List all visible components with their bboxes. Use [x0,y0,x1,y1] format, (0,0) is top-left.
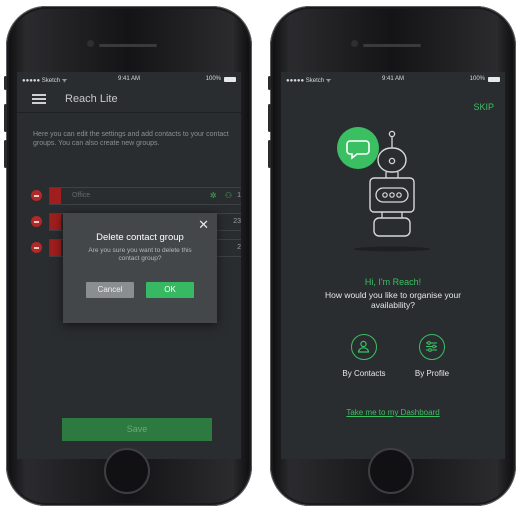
group-count: 2 [237,244,241,251]
battery-icon [488,77,500,82]
group-color-swatch[interactable] [50,188,61,204]
by-profile-label[interactable]: By Profile [397,369,467,378]
mute-switch [4,76,7,90]
sliders-icon [426,341,437,352]
group-count: 1 [237,192,241,199]
app-bar: Reach Lite [17,86,241,113]
volume-up-button [4,104,7,132]
dialog-message: Are you sure you want to delete this con… [88,247,192,262]
right-phone: ●●●●● Sketch ᯤ 9:41 AM 100% SKIP Hi, I'm… [268,6,516,506]
delete-group-icon[interactable] [31,216,42,227]
by-profile-button[interactable] [419,334,445,360]
battery-icon [224,77,236,82]
group-row: Office ✲ ⚇ 1 [31,187,241,205]
delete-group-icon[interactable] [31,242,42,253]
settings-icon[interactable]: ✲ [210,191,217,200]
group-name: Office [72,192,91,199]
cancel-button[interactable]: Cancel [86,282,134,298]
delete-group-icon[interactable] [31,190,42,201]
group-actions: ✲ ⚇ [210,191,232,200]
dashboard-link[interactable]: Take me to my Dashboard [281,408,505,417]
right-screen: ●●●●● Sketch ᯤ 9:41 AM 100% SKIP Hi, I'm… [281,72,505,459]
mute-switch [268,76,271,90]
earpiece-speaker [363,44,421,47]
volume-down-button [4,140,7,168]
left-phone: ●●●●● Sketch ᯤ 9:41 AM 100% Reach Lite H… [4,6,252,506]
battery-percent: 100% [469,76,485,82]
save-button[interactable]: Save [62,418,212,441]
dialog-title: Delete contact group [96,232,184,243]
close-icon[interactable]: ✕ [198,217,209,233]
intro-text: Here you can edit the settings and add c… [33,131,229,147]
status-bar: ●●●●● Sketch ᯤ 9:41 AM 100% [17,72,241,86]
delete-group-dialog: ✕ Delete contact group Are you sure you … [63,213,217,323]
by-contacts-button[interactable] [351,334,377,360]
chat-bubble-icon [337,127,379,169]
home-button [368,448,414,494]
battery-percent: 100% [205,76,221,82]
status-bar: ●●●●● Sketch ᯤ 9:41 AM 100% [281,72,505,86]
robot-illustration [337,127,430,252]
earpiece-speaker [99,44,157,47]
group-count: 23 [233,218,241,225]
ok-button[interactable]: OK [146,282,194,298]
app-title: Reach Lite [65,93,118,105]
home-button [104,448,150,494]
left-screen: ●●●●● Sketch ᯤ 9:41 AM 100% Reach Lite H… [17,72,241,459]
greeting: Hi, I'm Reach! [364,277,422,287]
front-camera [351,40,358,47]
organise-question: How would you like to organise your avai… [324,290,462,310]
volume-down-button [268,140,271,168]
person-icon [357,340,370,353]
skip-button[interactable]: SKIP [473,102,494,112]
group-color-swatch[interactable] [50,240,61,256]
menu-icon[interactable] [32,94,46,104]
volume-up-button [268,104,271,132]
group-field[interactable]: Office ✲ ⚇ 1 [49,187,241,205]
contacts-icon[interactable]: ⚇ [225,191,232,200]
group-color-swatch[interactable] [50,214,61,230]
by-contacts-label[interactable]: By Contacts [329,369,399,378]
front-camera [87,40,94,47]
